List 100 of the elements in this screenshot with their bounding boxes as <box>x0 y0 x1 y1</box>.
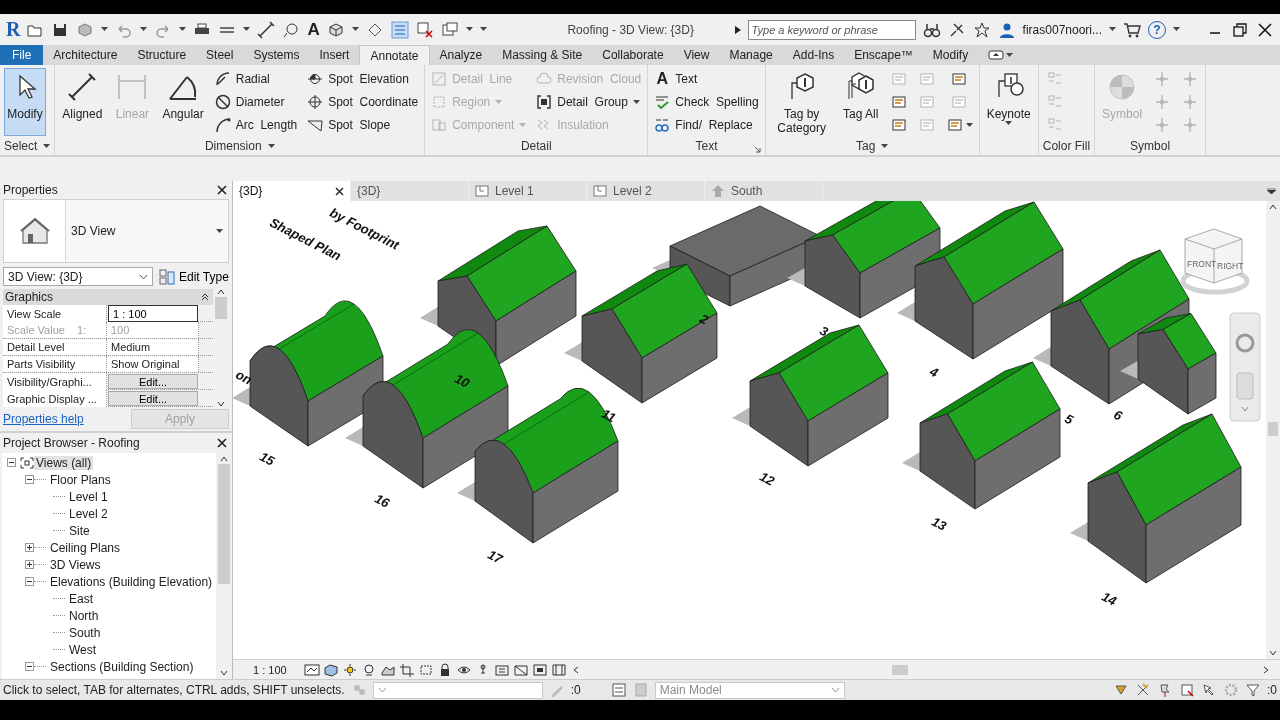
tree-item[interactable]: Level 2 <box>67 506 110 521</box>
value-field[interactable]: 1 : 100 <box>108 305 198 322</box>
tree-item[interactable]: Ceiling Plans <box>48 540 123 555</box>
design-options-icon[interactable] <box>610 682 627 698</box>
app-logo[interactable]: R <box>6 18 21 41</box>
ribbon-tab[interactable]: Modify <box>922 45 979 65</box>
text-icon[interactable]: A <box>307 19 320 40</box>
scroll-thumb[interactable] <box>891 664 908 675</box>
collapse-icon[interactable] <box>25 577 34 586</box>
tree-item[interactable]: North <box>67 608 101 623</box>
dimension-icon[interactable] <box>257 20 276 39</box>
tree-item[interactable]: Level 1 <box>67 489 110 504</box>
scroll-right-icon[interactable] <box>1263 665 1269 674</box>
house-drawing[interactable] <box>897 201 1064 360</box>
scroll-up-icon[interactable] <box>1269 204 1277 210</box>
dialog-launcher-icon[interactable] <box>753 146 761 153</box>
house-drawing[interactable] <box>345 329 509 489</box>
scroll-thumb[interactable] <box>215 297 227 319</box>
ribbon-tab[interactable]: Collaborate <box>592 45 674 65</box>
ribbon-button[interactable]: Spot Slope <box>305 114 421 136</box>
tree-item[interactable]: 3D Views <box>48 557 103 572</box>
close-tab-icon[interactable] <box>335 186 344 196</box>
ribbon-tab[interactable]: Systems <box>243 45 310 65</box>
tree-item[interactable]: Views (all) <box>34 455 94 470</box>
detail-level-icon[interactable] <box>303 662 320 677</box>
analytical-model-icon[interactable] <box>512 662 529 677</box>
ribbon-button[interactable]: Find/ Replace <box>652 114 761 136</box>
ribbon-toggle-icon[interactable] <box>988 50 1005 60</box>
constraints-icon[interactable] <box>550 662 567 677</box>
ribbon-tab[interactable]: Insert <box>309 45 360 65</box>
tree-item[interactable]: West <box>67 642 99 657</box>
house-drawing[interactable] <box>233 300 384 447</box>
expand-icon[interactable] <box>25 543 34 552</box>
ribbon-button[interactable]: Keynote <box>983 68 1034 136</box>
ribbon-button[interactable]: Tag All <box>839 68 882 136</box>
filter-icon[interactable] <box>1245 682 1261 698</box>
switch-windows-icon[interactable] <box>440 20 459 39</box>
scroll-up-icon[interactable] <box>217 289 225 295</box>
close-icon[interactable] <box>217 438 227 448</box>
user-name[interactable]: firas007noori... <box>1022 22 1102 37</box>
expand-arrow-icon[interactable] <box>734 25 741 34</box>
scroll-thumb[interactable] <box>1268 422 1278 436</box>
tree-item[interactable]: Floor Plans <box>48 472 113 487</box>
cart-icon[interactable] <box>1123 20 1141 39</box>
ribbon-button[interactable]: Arc Length <box>212 114 300 136</box>
tree-item[interactable]: Elevations (Building Elevation) <box>48 574 215 589</box>
ribbon-button[interactable]: Modify <box>4 68 46 136</box>
tree-item[interactable]: Site <box>67 523 92 538</box>
close-hidden-icon[interactable] <box>415 20 434 39</box>
tab-menu-icon[interactable] <box>1267 188 1276 194</box>
scroll-down-icon[interactable] <box>1269 650 1277 656</box>
ribbon-button[interactable]: Angular <box>159 68 207 136</box>
sun-path-icon[interactable] <box>341 662 358 677</box>
house-drawing[interactable] <box>457 387 619 544</box>
highlight-icon[interactable] <box>531 662 548 677</box>
scroll-thumb[interactable] <box>218 464 230 584</box>
ribbon-tab[interactable]: File <box>0 45 44 65</box>
close-icon[interactable] <box>1256 20 1274 39</box>
crop-view-icon[interactable] <box>398 662 415 677</box>
ribbon-button[interactable]: Spot Coordinate <box>305 91 421 113</box>
ribbon-button[interactable]: Spot Elevation <box>305 68 421 90</box>
ribbon-tab[interactable]: Add-Ins <box>782 45 845 65</box>
ribbon-button[interactable]: Radial <box>212 68 300 90</box>
scroll-left-icon[interactable] <box>572 665 579 674</box>
ribbon-tab[interactable]: View <box>673 45 720 65</box>
design-option-dropdown[interactable]: Main Model <box>654 681 845 699</box>
ribbon-button[interactable]: A Text <box>652 68 761 90</box>
edit-button[interactable]: Edit... <box>108 391 198 406</box>
expand-icon[interactable] <box>25 560 34 569</box>
scroll-down-icon[interactable] <box>217 401 225 407</box>
collapse-icon[interactable] <box>7 458 16 467</box>
document-tab[interactable]: {3D} <box>233 181 351 201</box>
ribbon-button[interactable]: Detail Group <box>534 91 644 113</box>
ribbon-tab[interactable]: Structure <box>127 45 197 65</box>
search-field[interactable]: Type a keyword or phrase <box>747 19 916 40</box>
scroll-down-icon[interactable] <box>220 670 228 676</box>
scroll-up-icon[interactable] <box>220 456 228 462</box>
ribbon-tab[interactable]: Analyze <box>429 45 493 65</box>
ribbon-button[interactable]: Diameter <box>212 91 300 113</box>
tree-item[interactable]: Sections (Building Section) <box>48 659 196 674</box>
select-underlay-icon[interactable] <box>1135 682 1151 698</box>
restore-icon[interactable] <box>1231 20 1249 39</box>
ribbon-tab[interactable]: Steel <box>196 45 244 65</box>
collapse-icon[interactable] <box>25 662 34 671</box>
ribbon-tab[interactable]: Annotate <box>359 45 430 65</box>
view-scale[interactable]: 1 : 100 <box>253 663 287 676</box>
tree-item[interactable]: East <box>67 591 95 606</box>
house-drawing[interactable] <box>564 263 718 404</box>
house-drawing[interactable] <box>902 361 1061 510</box>
ribbon-tab[interactable]: Manage <box>719 45 783 65</box>
edit-button[interactable]: Edit... <box>108 374 198 389</box>
star-icon[interactable] <box>972 20 991 39</box>
visual-style-icon[interactable] <box>322 662 339 677</box>
properties-help-link[interactable]: Properties help <box>3 412 84 426</box>
ribbon-tab[interactable]: Architecture <box>43 45 128 65</box>
collapse-icon[interactable] <box>25 475 34 484</box>
select-by-face-icon[interactable] <box>1179 682 1195 698</box>
ribbon-button[interactable]: Aligned <box>59 68 106 136</box>
ribbon-button[interactable]: Check Spelling <box>652 91 761 113</box>
ribbon-button[interactable]: Tag by Category <box>769 68 834 136</box>
